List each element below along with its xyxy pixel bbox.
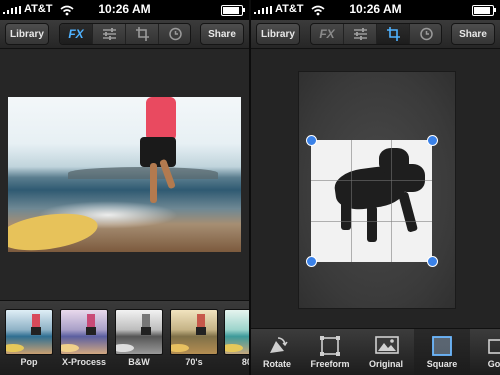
golden-icon [488,339,500,354]
filter-bw[interactable]: B&W [115,309,165,373]
freeform-tool[interactable]: Freeform [302,329,358,375]
tool-label: Gold [487,359,500,369]
filter-strip: Pop X-Process B&W 70's 80' [0,300,249,375]
tab-adjust[interactable] [344,24,377,44]
square-icon [432,336,452,356]
filter-thumbnail [5,309,53,355]
crop-canvas [251,49,500,328]
filter-x-process[interactable]: X-Process [60,309,110,373]
filter-thumbnail [224,309,249,355]
filter-thumbnail [170,309,218,355]
share-button[interactable]: Share [451,23,495,45]
beach-photo [8,97,241,252]
filter-label: 80' [241,357,249,367]
filter-label: B&W [128,357,150,367]
library-button[interactable]: Library [5,23,49,45]
tab-history[interactable] [159,24,190,44]
fx-screen: AT&T 10:26 AM Library FX Share Pop X-Pro… [0,0,249,375]
tab-history[interactable] [410,24,441,44]
share-button[interactable]: Share [200,23,244,45]
crop-handle-top-left[interactable] [306,135,317,146]
crop-grid-line [311,221,432,222]
square-tool[interactable]: Square [414,329,470,375]
library-button[interactable]: Library [256,23,300,45]
sliders-icon [354,28,367,40]
tab-crop[interactable] [126,24,159,44]
rotate-tool[interactable]: Rotate [251,329,305,375]
toolbar: Library FX Share [251,20,500,49]
original-icon [375,336,399,354]
crop-handle-bottom-right[interactable] [427,256,438,267]
tab-fx[interactable]: FX [60,24,93,44]
filter-thumbnail [60,309,108,355]
tab-adjust[interactable] [93,24,126,44]
crop-screen: AT&T 10:26 AM Library FX Share Rotate Fr… [251,0,500,375]
tab-fx[interactable]: FX [311,24,344,44]
clock-icon [420,27,433,41]
filter-label: Pop [20,357,38,367]
clock-time: 10:26 AM [349,2,402,16]
filter-80s[interactable]: 80' [224,309,249,373]
filter-pop[interactable]: Pop [5,309,55,373]
toolbar: Library FX Share [0,20,249,49]
sliders-icon [103,28,116,40]
rotate-icon [270,337,288,353]
filter-70s[interactable]: 70's [170,309,220,373]
crop-tools-bar: Rotate Freeform Original Square Gold [251,328,500,375]
clock-icon [169,27,182,41]
crop-icon [136,27,149,41]
status-bar: AT&T 10:26 AM [251,0,500,20]
status-bar: AT&T 10:26 AM [0,0,249,20]
crop-grid-line [391,140,392,262]
photo-canvas [0,49,249,300]
mode-segmented-control: FX [59,23,191,45]
tab-crop[interactable] [377,24,410,44]
filter-label: X-Process [61,357,107,367]
crop-area[interactable] [311,140,432,262]
tool-label: Rotate [262,359,291,369]
crop-handle-bottom-left[interactable] [306,256,317,267]
crop-handle-top-right[interactable] [427,135,438,146]
tool-label: Original [368,359,403,369]
battery-icon [472,5,496,16]
golden-tool[interactable]: Gold [470,329,500,375]
battery-icon [221,5,245,16]
filter-label: 70's [185,357,203,367]
tool-label: Square [426,359,458,369]
original-tool[interactable]: Original [358,329,414,375]
crop-grid-line [351,140,352,262]
freeform-icon [320,336,340,356]
crop-grid-line [311,180,432,181]
tool-label: Freeform [310,359,350,369]
crop-icon [387,27,400,41]
mode-segmented-control: FX [310,23,442,45]
filter-thumbnail [115,309,163,355]
clock-time: 10:26 AM [98,2,151,16]
